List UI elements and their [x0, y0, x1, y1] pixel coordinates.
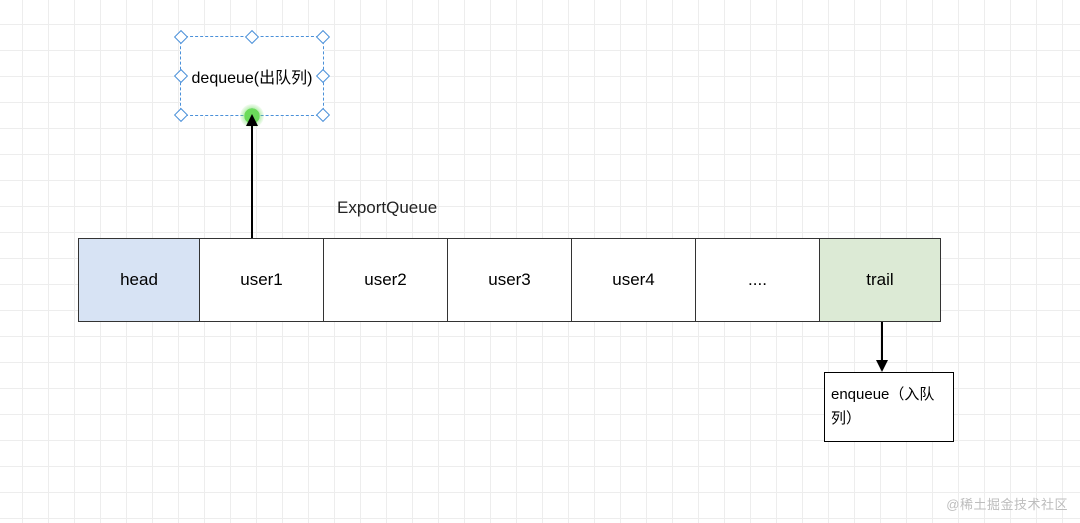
- queue-row: head user1 user2 user3 user4 .... trail: [78, 238, 941, 322]
- queue-cell: user3: [447, 238, 572, 322]
- dequeue-arrow: [251, 116, 253, 238]
- queue-head-label: head: [120, 270, 158, 290]
- selection-handle-icon[interactable]: [174, 69, 188, 83]
- queue-cell-label: user2: [364, 270, 407, 290]
- selection-handle-icon[interactable]: [316, 108, 330, 122]
- queue-title: ExportQueue: [337, 198, 437, 218]
- queue-cell-label: user4: [612, 270, 655, 290]
- selection-handle-icon[interactable]: [316, 30, 330, 44]
- queue-cell-label: user3: [488, 270, 531, 290]
- selection-handle-icon[interactable]: [174, 30, 188, 44]
- queue-cell: user1: [199, 238, 324, 322]
- selection-handle-icon[interactable]: [174, 108, 188, 122]
- queue-trail-cell: trail: [819, 238, 941, 322]
- queue-cell-label: ....: [748, 270, 767, 290]
- watermark-text: @稀土掘金技术社区: [946, 494, 1068, 513]
- queue-cell-label: user1: [240, 270, 283, 290]
- queue-head-cell: head: [78, 238, 200, 322]
- queue-trail-label: trail: [866, 270, 893, 290]
- enqueue-box[interactable]: enqueue（入队列）: [824, 372, 954, 442]
- queue-cell: user4: [571, 238, 696, 322]
- dequeue-label: dequeue(出队列): [192, 64, 313, 88]
- queue-cell: user2: [323, 238, 448, 322]
- queue-cell: ....: [695, 238, 820, 322]
- enqueue-arrow: [881, 322, 883, 370]
- selection-handle-icon[interactable]: [245, 30, 259, 44]
- diagram-canvas: dequeue(出队列) ExportQueue head user1 user…: [0, 0, 1080, 523]
- selection-handle-icon[interactable]: [316, 69, 330, 83]
- enqueue-label: enqueue（入队列）: [831, 383, 947, 431]
